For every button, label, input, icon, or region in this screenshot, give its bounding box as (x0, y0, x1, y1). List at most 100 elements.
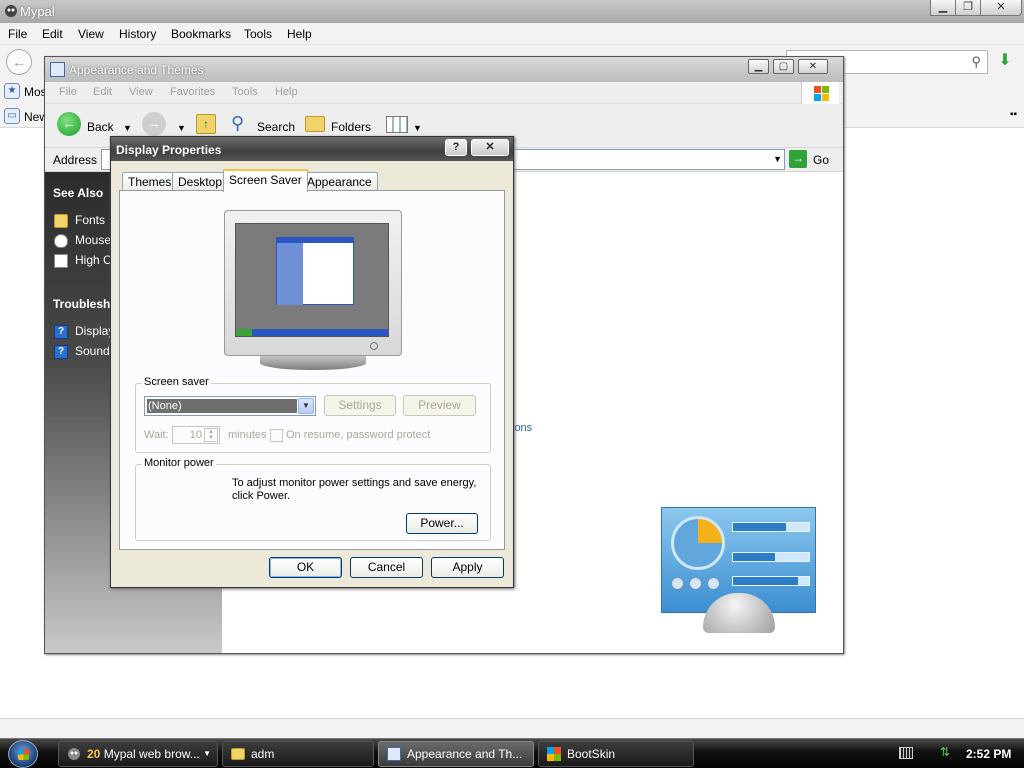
control-panel-icon (387, 747, 401, 761)
sidebar-item-high-contrast[interactable]: High C (75, 253, 112, 267)
search-icon: ⚲ (971, 54, 981, 69)
apply-button[interactable]: Apply (431, 557, 504, 578)
screen-saver-select[interactable]: (None) ▼ (144, 396, 316, 416)
explorer-menu-help[interactable]: Help (275, 86, 298, 98)
display-control-panel-icon[interactable] (661, 507, 816, 635)
task-link-partial[interactable]: ions (512, 422, 532, 434)
search-icon[interactable]: ⚲ (231, 113, 244, 134)
power-button[interactable]: Power... (406, 513, 478, 534)
back-arrow-icon[interactable]: ← (6, 49, 32, 75)
restore-button[interactable]: ❐ (955, 0, 981, 16)
folders-button-label[interactable]: Folders (331, 120, 371, 134)
high-contrast-icon (54, 254, 68, 268)
explorer-maximize-button[interactable]: ▢ (773, 59, 794, 74)
taskbar-item-label: Appearance and Th... (407, 747, 523, 761)
taskbar-item-label: adm (251, 747, 275, 761)
back-dropdown-icon[interactable]: ▼ (123, 123, 132, 133)
explorer-titlebar: Appearance and Themes ▁ ▢ ✕ (45, 57, 843, 82)
screen-saver-panel: Screen saver (None) ▼ Settings Preview W… (119, 190, 505, 550)
taskbar: 20 Mypal web brow... ▼ adm Appearance an… (0, 738, 1024, 768)
window-count-badge: 20 (87, 747, 101, 761)
explorer-title: Appearance and Themes (69, 63, 204, 77)
chevron-down-icon[interactable]: ▼ (298, 398, 314, 414)
menu-tools[interactable]: Tools (244, 27, 272, 41)
taskbar-item-bootskin[interactable]: BootSkin (538, 741, 694, 767)
explorer-menu-favorites[interactable]: Favorites (170, 86, 215, 98)
display-properties-dialog: Display Properties ? ✕ Themes Desktop Sc… (110, 136, 514, 588)
menu-view[interactable]: View (78, 27, 104, 41)
screen-saver-selected: (None) (147, 399, 297, 413)
menu-help[interactable]: Help (287, 27, 312, 41)
wait-label: Wait: (144, 429, 169, 441)
go-arrow-icon[interactable]: → (789, 150, 807, 168)
tab-list-icon[interactable]: ▪▪ (1010, 109, 1017, 120)
folder-up-icon[interactable]: ↑ (196, 114, 216, 134)
explorer-menu-edit[interactable]: Edit (93, 86, 112, 98)
forward-arrow-icon[interactable]: → (142, 112, 166, 136)
menu-bookmarks[interactable]: Bookmarks (171, 27, 231, 41)
tab-screen-saver[interactable]: Screen Saver (223, 169, 308, 192)
forward-dropdown-icon[interactable]: ▼ (177, 123, 186, 133)
bootskin-icon (547, 747, 561, 761)
clock[interactable]: 2:52 PM (966, 747, 1011, 761)
back-arrow-icon[interactable]: ← (57, 112, 81, 136)
views-icon[interactable] (386, 116, 408, 133)
monitor-power-description: To adjust monitor power settings and sav… (232, 477, 477, 502)
explorer-close-button[interactable]: ✕ (798, 59, 828, 74)
sidebar-item-mouse[interactable]: Mouse (75, 233, 111, 247)
explorer-menu-view[interactable]: View (129, 86, 153, 98)
tab-appearance[interactable]: Appearance (301, 172, 378, 191)
see-also-heading: See Also (53, 186, 104, 200)
menu-edit[interactable]: Edit (42, 27, 63, 41)
sidebar-item-fonts[interactable]: Fonts (75, 213, 105, 227)
help-icon: ? (54, 345, 68, 359)
taskbar-item-mypal[interactable]: 20 Mypal web brow... ▼ (58, 741, 218, 767)
tab-desktop[interactable]: Desktop (172, 172, 229, 191)
explorer-menu-tools[interactable]: Tools (232, 86, 258, 98)
dialog-help-button[interactable]: ? (445, 139, 467, 156)
folders-icon[interactable] (305, 116, 325, 132)
settings-button[interactable]: Settings (324, 395, 396, 416)
dialog-close-button[interactable]: ✕ (471, 139, 509, 156)
views-dropdown-icon[interactable]: ▼ (413, 123, 422, 133)
wait-value: 10 (189, 429, 202, 441)
back-button-label[interactable]: Back (87, 120, 114, 134)
screen-saver-group-label: Screen saver (142, 376, 211, 388)
sidebar-item-sound[interactable]: Sound (75, 344, 110, 358)
menu-file[interactable]: File (8, 27, 27, 41)
close-button[interactable]: ✕ (980, 0, 1022, 16)
cancel-button[interactable]: Cancel (350, 557, 423, 578)
menu-history[interactable]: History (119, 27, 156, 41)
go-button-label[interactable]: Go (813, 153, 829, 167)
wait-minutes-stepper[interactable]: 10 ▲ ▼ (172, 426, 220, 444)
mypal-logo-icon (68, 748, 80, 760)
sidebar-item-display[interactable]: Display (75, 324, 114, 338)
chevron-down-icon: ▼ (203, 749, 211, 758)
address-dropdown-icon[interactable]: ▼ (773, 154, 782, 164)
browser-titlebar: Mypal ▁ ❐ ✕ (0, 0, 1024, 23)
minimize-button[interactable]: ▁ (930, 0, 956, 16)
download-arrow-icon[interactable]: ⬇ (992, 50, 1018, 74)
network-icon[interactable]: ⇅ (940, 746, 954, 759)
taskbar-item-appearance-themes[interactable]: Appearance and Th... (378, 741, 534, 767)
keyboard-icon[interactable] (899, 747, 913, 759)
password-protect-checkbox[interactable] (270, 429, 283, 442)
explorer-menu-file[interactable]: File (59, 86, 77, 98)
tab-themes[interactable]: Themes (122, 172, 178, 191)
monitor-preview (224, 210, 402, 370)
windows-flag-icon (18, 749, 29, 760)
taskbar-item-adm[interactable]: adm (222, 741, 374, 767)
mouse-icon (54, 234, 68, 248)
minutes-label: minutes (228, 429, 267, 441)
mypal-logo-icon (5, 5, 17, 17)
preview-screen (235, 223, 389, 337)
control-panel-icon (50, 62, 65, 77)
search-button-label[interactable]: Search (257, 120, 295, 134)
preview-button[interactable]: Preview (403, 395, 476, 416)
start-button[interactable] (8, 740, 38, 768)
explorer-minimize-button[interactable]: ▁ (748, 59, 769, 74)
windows-logo-icon (801, 82, 839, 104)
ok-button[interactable]: OK (269, 557, 342, 578)
stepper-arrows-icon[interactable]: ▲ ▼ (204, 428, 218, 442)
address-label: Address (53, 153, 98, 167)
